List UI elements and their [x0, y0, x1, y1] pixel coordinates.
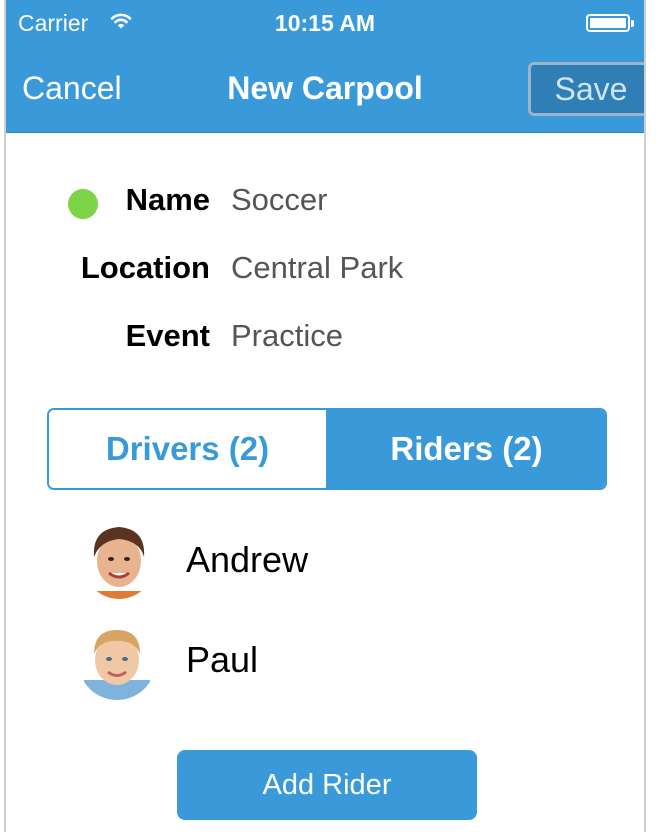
- event-value[interactable]: Practice: [231, 318, 343, 354]
- list-item-rider[interactable]: Andrew: [6, 515, 644, 605]
- location-value[interactable]: Central Park: [231, 250, 403, 286]
- add-rider-button[interactable]: Add Rider: [177, 750, 477, 820]
- avatar: [82, 521, 156, 599]
- app-frame: Carrier 10:15 AM Cancel New Carpool Save…: [4, 0, 646, 832]
- location-field[interactable]: Location Central Park: [6, 250, 644, 290]
- battery-icon: [586, 14, 634, 32]
- rider-name: Paul: [186, 639, 259, 680]
- name-label: Name: [125, 182, 210, 217]
- tab-drivers[interactable]: Drivers (2): [49, 410, 328, 488]
- navigation-bar: Carrier 10:15 AM Cancel New Carpool Save: [6, 0, 644, 133]
- save-button[interactable]: Save: [528, 62, 644, 116]
- name-field[interactable]: Name Soccer: [6, 182, 644, 222]
- event-field[interactable]: Event Practice: [6, 318, 644, 358]
- status-bar: Carrier 10:15 AM: [6, 0, 644, 48]
- clock: 10:15 AM: [274, 10, 376, 36]
- name-value[interactable]: Soccer: [231, 182, 327, 218]
- avatar: [78, 622, 156, 700]
- drivers-riders-segmented-control: Drivers (2) Riders (2): [47, 408, 607, 490]
- rider-name: Andrew: [186, 539, 309, 580]
- location-label: Location: [80, 250, 210, 285]
- list-item-rider[interactable]: Paul: [6, 615, 644, 705]
- status-dot-icon: [68, 189, 98, 219]
- tab-riders[interactable]: Riders (2): [328, 410, 605, 488]
- event-label: Event: [125, 318, 210, 353]
